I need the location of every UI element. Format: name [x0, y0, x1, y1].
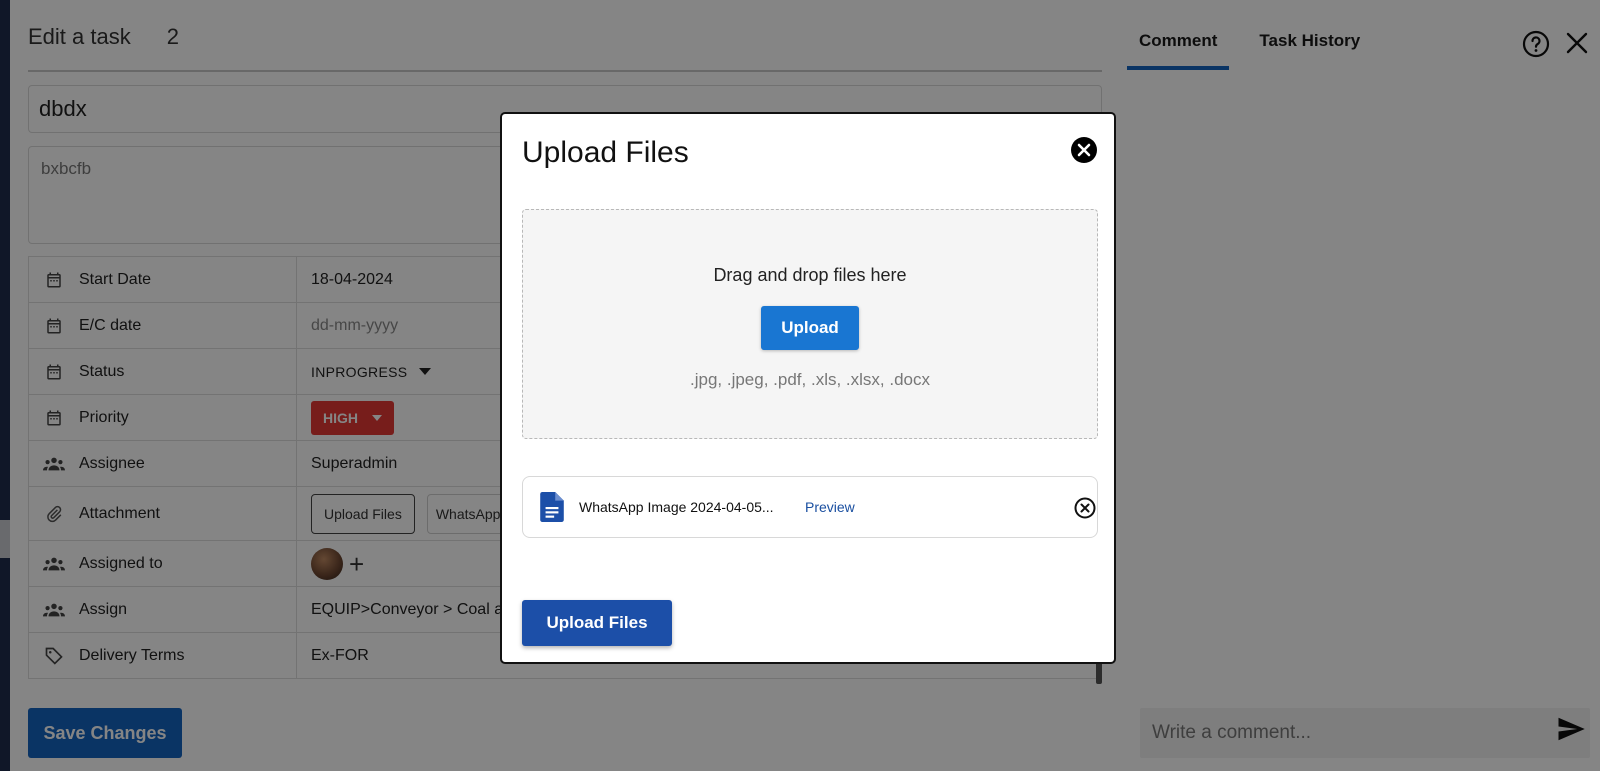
upload-files-submit-button[interactable]: Upload Files	[522, 600, 672, 646]
modal-title: Upload Files	[522, 136, 689, 169]
uploaded-file-item: WhatsApp Image 2024-04-05... Preview	[522, 476, 1098, 538]
document-icon	[540, 492, 564, 522]
file-dropzone[interactable]: Drag and drop files here Upload .jpg, .j…	[522, 209, 1098, 439]
file-name: WhatsApp Image 2024-04-05...	[579, 499, 774, 515]
preview-link[interactable]: Preview	[805, 499, 855, 515]
remove-file-icon[interactable]	[1073, 496, 1097, 520]
upload-button[interactable]: Upload	[761, 306, 859, 350]
close-icon[interactable]	[1070, 136, 1098, 164]
dropzone-text: Drag and drop files here	[713, 265, 907, 285]
allowed-file-types: .jpg, .jpeg, .pdf, .xls, .xlsx, .docx	[690, 370, 930, 389]
upload-files-modal: Upload Files Drag and drop files here Up…	[500, 112, 1116, 664]
